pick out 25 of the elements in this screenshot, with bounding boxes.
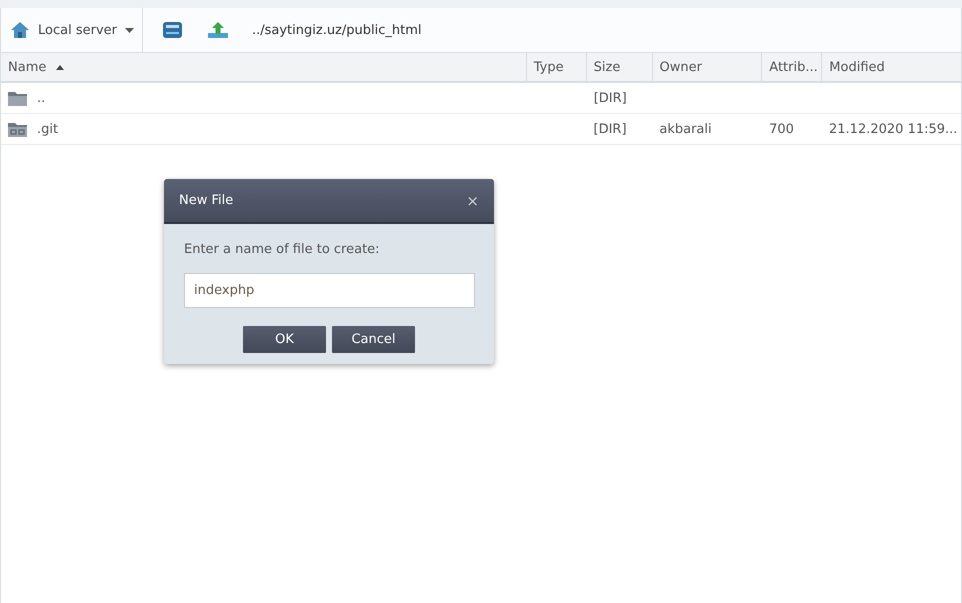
column-header[interactable]: Size [594, 60, 620, 74]
table-cell: 21.12.2020 11:59... [829, 122, 958, 136]
drive-icon[interactable] [162, 22, 182, 38]
table-cell: 700 [769, 122, 794, 136]
caret-icon [124, 28, 134, 32]
table-cell: [DIR] [594, 122, 627, 136]
prompt-text: Enter a name of file to create: [184, 242, 381, 257]
file-name: .. [37, 90, 46, 106]
column-header[interactable]: Type [534, 60, 564, 74]
cancel-button[interactable]: Cancel [332, 326, 415, 353]
column-header[interactable]: Attrib... [769, 60, 818, 74]
table-cell: akbarali [659, 122, 712, 136]
dialog-title: New File [179, 193, 234, 208]
upload-icon[interactable] [208, 22, 228, 38]
file-name-field[interactable]: indexphp [184, 273, 475, 308]
column-header[interactable]: Owner [660, 60, 702, 74]
path-text: ../saytingiz.uz/public_html [252, 22, 422, 38]
column-header[interactable]: Modified [829, 60, 885, 74]
column-header[interactable]: Name [8, 60, 64, 74]
home-icon [10, 21, 30, 39]
close-button[interactable]: × [466, 192, 479, 210]
ok-button[interactable]: OK [243, 326, 326, 353]
file-name: .git [37, 122, 58, 136]
table-cell: [DIR] [594, 90, 627, 106]
server-dropdown[interactable]: Local server [1, 8, 143, 52]
